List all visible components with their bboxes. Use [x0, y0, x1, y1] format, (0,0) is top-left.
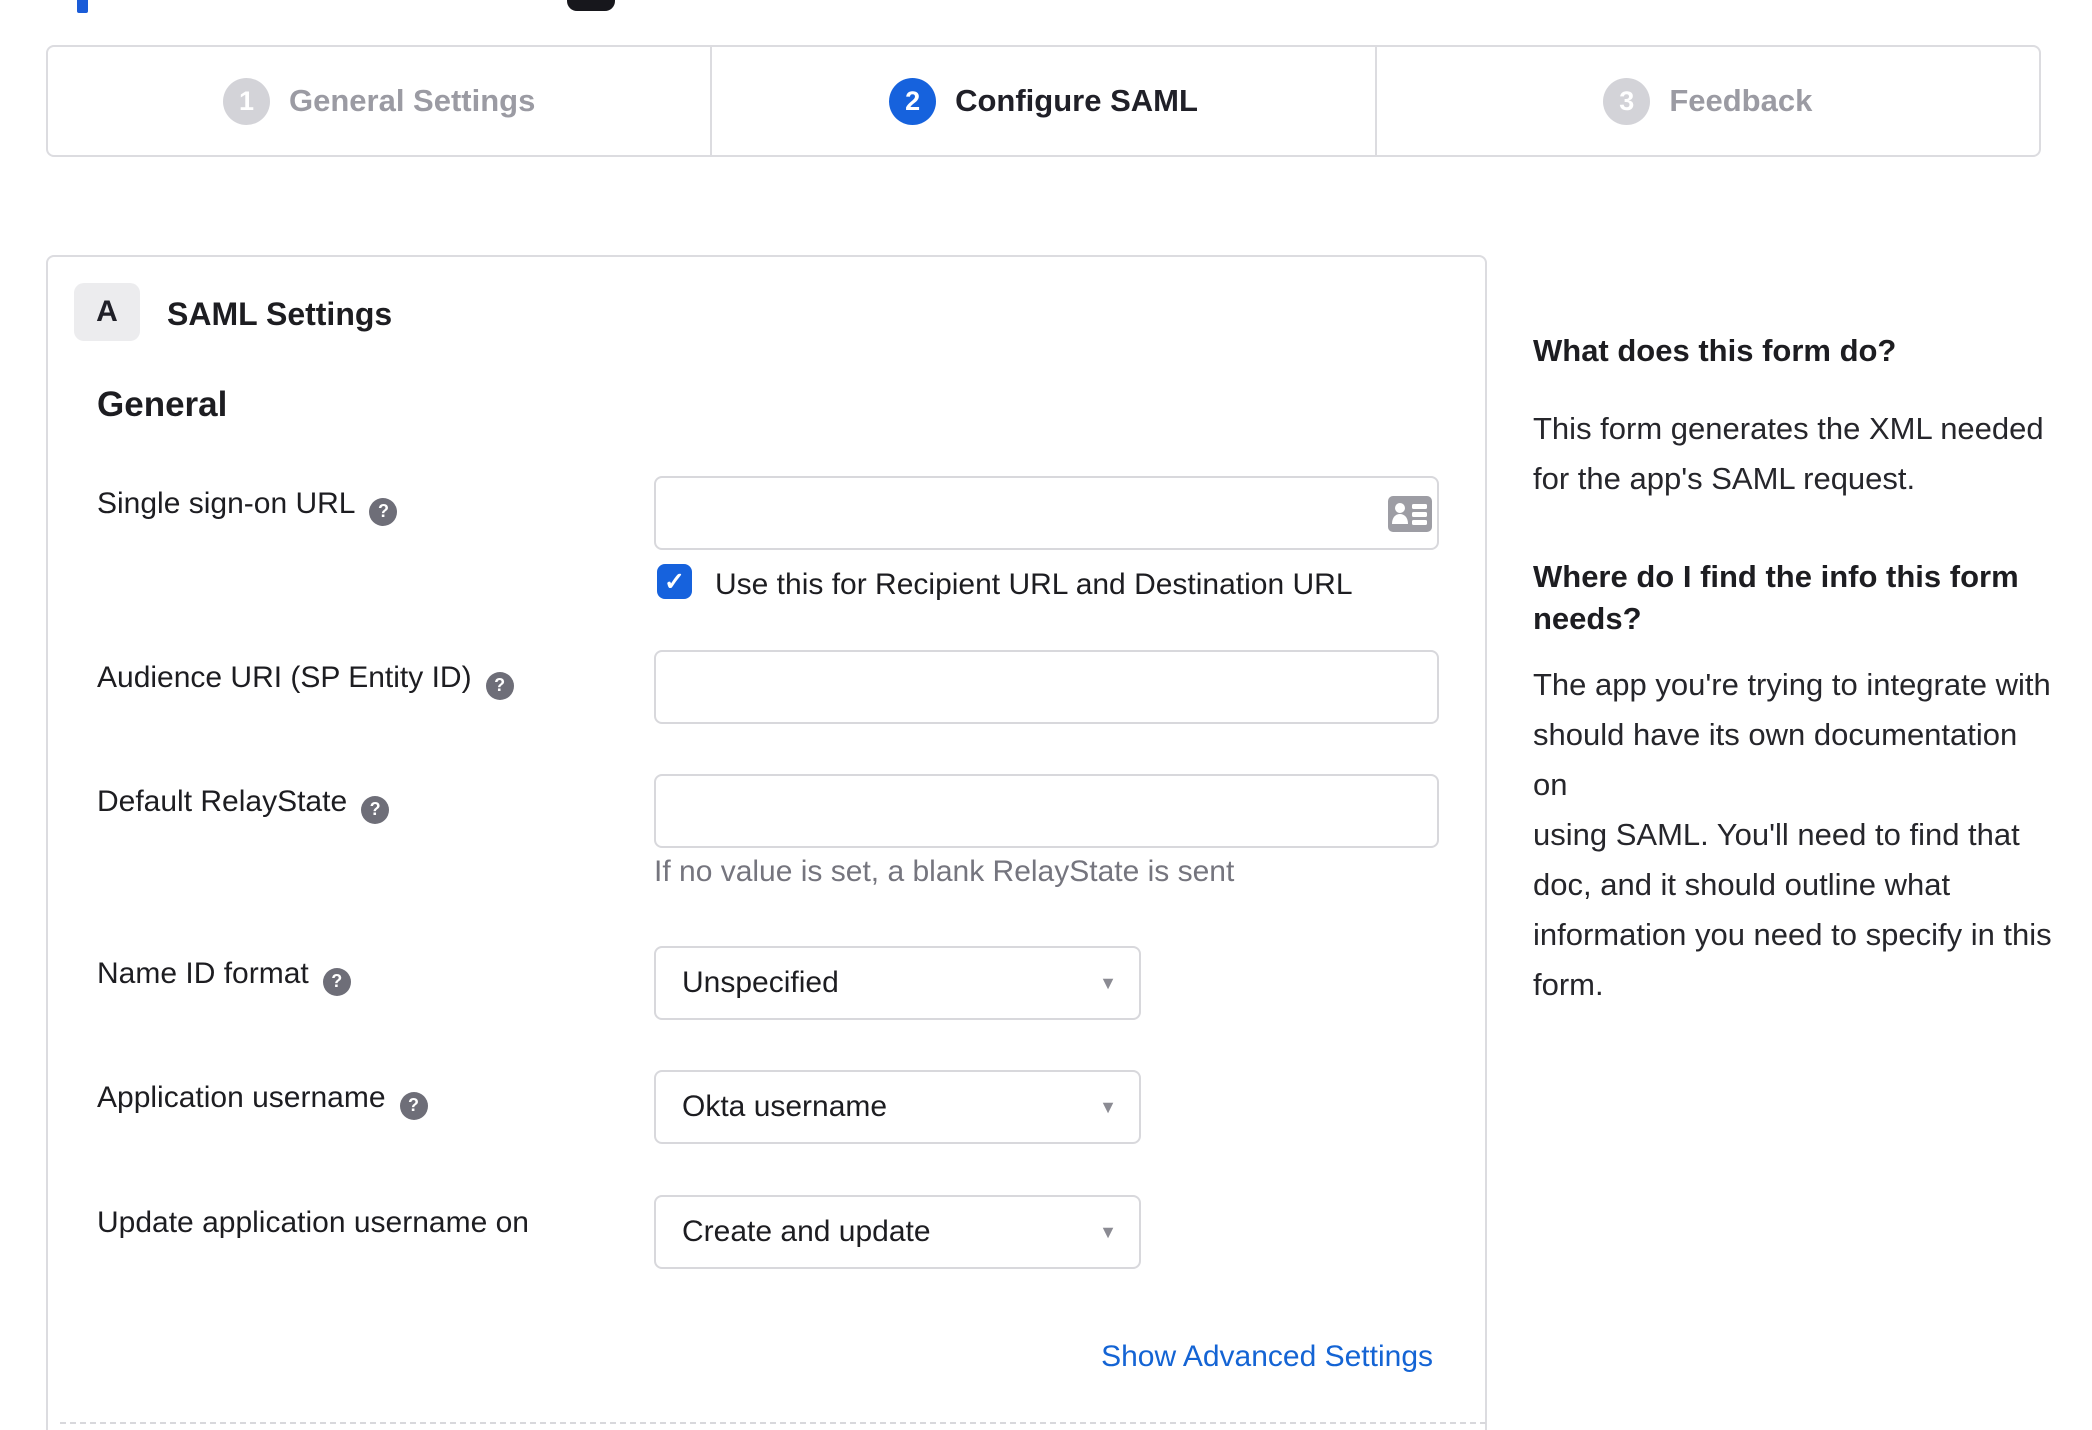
contact-card-icon [1388, 496, 1432, 537]
step-general-settings[interactable]: 1 General Settings [48, 47, 710, 155]
step-number-badge: 3 [1603, 77, 1651, 125]
name-id-format-select[interactable]: Unspecified ▼ [654, 946, 1141, 1020]
step-number-badge: 1 [222, 77, 270, 125]
show-advanced-settings-link[interactable]: Show Advanced Settings [1101, 1340, 1433, 1374]
step-label: General Settings [288, 83, 536, 118]
help-icon[interactable]: ? [369, 497, 398, 526]
relay-state-label: Default RelayState? [97, 785, 390, 824]
step-feedback[interactable]: 3 Feedback [1374, 47, 2039, 155]
recipient-url-checkbox[interactable]: ✓ [657, 564, 692, 599]
update-username-select[interactable]: Create and update ▼ [654, 1195, 1141, 1269]
step-label: Configure SAML [955, 83, 1198, 118]
app-username-label: Application username? [97, 1081, 428, 1120]
cropped-title-fragment-blue [77, 0, 88, 13]
help-sidebar: What does this form do? This form genera… [1533, 330, 2053, 1010]
help-icon[interactable]: ? [361, 795, 390, 824]
sidebar-answer-1: This form generates the XML needed for t… [1533, 411, 2044, 496]
sidebar-question-2: Where do I find the info this form needs… [1533, 559, 2019, 636]
chevron-down-icon: ▼ [1099, 972, 1117, 993]
help-icon[interactable]: ? [399, 1091, 428, 1120]
audience-uri-label: Audience URI (SP Entity ID)? [97, 661, 514, 700]
selected-value: Create and update [682, 1215, 931, 1248]
relay-state-hint: If no value is set, a blank RelayState i… [654, 855, 1235, 888]
step-number-badge: 2 [889, 77, 937, 125]
help-icon[interactable]: ? [322, 967, 351, 996]
dashed-section-divider [60, 1422, 1486, 1424]
saml-settings-panel: A SAML Settings General Single sign-on U… [46, 255, 1487, 1430]
relay-state-input[interactable] [654, 774, 1439, 848]
sidebar-answer-2: The app you're trying to integrate with … [1533, 667, 2052, 1002]
recipient-url-checkbox-label: Use this for Recipient URL and Destinati… [715, 568, 1353, 601]
audience-uri-input[interactable] [654, 650, 1439, 724]
chevron-down-icon: ▼ [1099, 1221, 1117, 1242]
sidebar-question-1: What does this form do? [1533, 333, 1897, 368]
sso-url-label: Single sign-on URL? [97, 487, 398, 526]
general-group-heading: General [97, 385, 228, 424]
cropped-logo-fragment [567, 0, 615, 11]
update-username-label: Update application username on [97, 1206, 529, 1239]
selected-value: Unspecified [682, 966, 839, 999]
step-label: Feedback [1669, 83, 1813, 118]
app-username-select[interactable]: Okta username ▼ [654, 1070, 1141, 1144]
sso-url-input[interactable] [654, 476, 1439, 550]
section-title: SAML Settings [167, 296, 393, 332]
help-icon[interactable]: ? [485, 671, 514, 700]
step-configure-saml[interactable]: 2 Configure SAML [710, 47, 1374, 155]
selected-value: Okta username [682, 1090, 888, 1123]
chevron-down-icon: ▼ [1099, 1096, 1117, 1117]
wizard-stepper: 1 General Settings 2 Configure SAML 3 Fe… [46, 45, 2041, 157]
section-a-badge: A [74, 283, 140, 341]
name-id-format-label: Name ID format? [97, 957, 351, 996]
